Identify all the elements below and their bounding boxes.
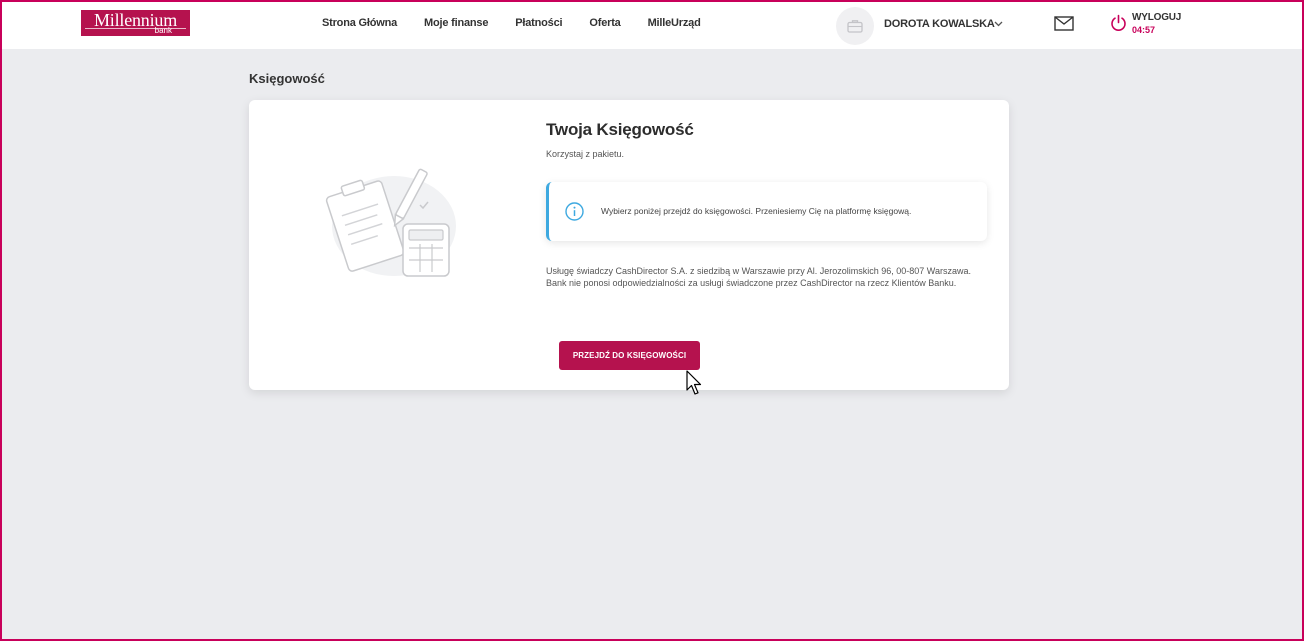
main-nav: Strona Główna Moje finanse Płatności Ofe… bbox=[322, 17, 728, 33]
nav-item-finances[interactable]: Moje finanse bbox=[424, 17, 488, 33]
info-text: Wybierz poniżej przejdź do księgowości. … bbox=[601, 206, 912, 216]
millennium-logo[interactable]: Millennium bank bbox=[81, 10, 190, 36]
briefcase-icon bbox=[847, 20, 863, 33]
card-subtitle: Korzystaj z pakietu. bbox=[546, 149, 625, 159]
chevron-down-icon[interactable] bbox=[994, 21, 1003, 27]
logo-text: Millennium bbox=[94, 10, 177, 30]
info-icon bbox=[565, 202, 584, 221]
nav-item-payments[interactable]: Płatności bbox=[515, 17, 562, 33]
info-box: Wybierz poniżej przejdź do księgowości. … bbox=[546, 182, 987, 241]
nav-item-home[interactable]: Strona Główna bbox=[322, 17, 397, 33]
user-name[interactable]: DOROTA KOWALSKA bbox=[884, 18, 995, 30]
top-header: Millennium bank Strona Główna Moje finan… bbox=[2, 2, 1302, 49]
card-title: Twoja Księgowość bbox=[546, 120, 694, 139]
disclaimer-text: Usługę świadczy CashDirector S.A. z sied… bbox=[546, 266, 971, 288]
app-frame: Millennium bank Strona Główna Moje finan… bbox=[0, 0, 1304, 641]
nav-item-offer[interactable]: Oferta bbox=[589, 17, 620, 33]
accounting-illustration-icon bbox=[325, 168, 456, 277]
session-timer: 04:57 bbox=[1132, 25, 1156, 35]
go-to-accounting-button[interactable]: PRZEJDŹ DO KSIĘGOWOŚCI bbox=[559, 341, 700, 370]
page-title: Księgowość bbox=[249, 71, 325, 86]
mouse-cursor-icon bbox=[686, 370, 702, 395]
logo-subtext: bank bbox=[154, 26, 172, 35]
accounting-card: Twoja Księgowość Korzystaj z pakietu. Wy… bbox=[249, 100, 1009, 390]
logout-button[interactable]: WYLOGUJ bbox=[1132, 12, 1181, 23]
user-avatar[interactable] bbox=[836, 7, 874, 45]
power-icon[interactable] bbox=[1110, 14, 1127, 32]
mail-icon[interactable] bbox=[1054, 16, 1074, 31]
nav-item-milleurzad[interactable]: MilleUrząd bbox=[648, 17, 701, 33]
